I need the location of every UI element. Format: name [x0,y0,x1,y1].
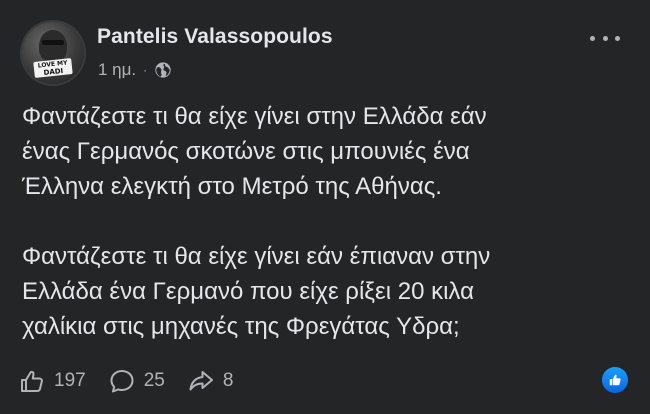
comment-icon [110,370,134,393]
share-button[interactable]: 8 [187,367,234,395]
post-card: LOVE MY DADI Pantelis Valassopoulos 1 ημ… [0,0,650,414]
post-line: ένας Γερμανός σκοτώνε στις μπουνιές ένα [22,138,470,165]
more-dot [615,35,620,41]
avatar-badge: LOVE MY DADI [33,58,73,78]
more-dots-icon[interactable] [590,32,620,44]
post-paragraph-2: Φαντάζεστε τι θα είχε γίνει εάν έπιαναν … [22,239,637,344]
like-count: 197 [54,370,86,391]
more-dot [590,35,595,41]
more-dot [602,35,608,41]
post-line: χαλίκια στις μηχανές της Φρεγάτας Υδρα; [22,313,460,340]
post-meta: 1 ημ. · [98,60,172,80]
post-line: Φαντάζεστε τι θα είχε γίνει εάν έπιαναν … [22,243,491,270]
meta-separator: · [143,63,148,77]
post-time[interactable]: 1 ημ. [98,60,136,80]
author-name[interactable]: Pantelis Valassopoulos [97,25,333,49]
post-header: LOVE MY DADI Pantelis Valassopoulos 1 ημ… [22,22,634,84]
thumbs-up-icon [609,374,621,386]
avatar-glasses [42,40,64,45]
post-line: Ελλάδα ένα Γερμανό που είχε ρίξει 20 κιλ… [22,278,474,305]
like-button[interactable]: 197 [18,367,86,395]
post-line: Έλληνα ελεγκτή στο Μετρό της Αθήνας. [22,173,442,200]
post-actions: 197 25 8 [18,364,634,398]
like-icon [21,370,43,392]
avatar-figure [39,30,67,62]
avatar[interactable]: LOVE MY DADI [22,22,84,84]
share-count: 8 [222,370,234,391]
post-line: Φαντάζεστε τι θα είχε γίνει στην Ελλάδα … [22,103,487,130]
like-reaction-icon[interactable] [602,367,628,393]
comment-button[interactable]: 25 [108,367,165,395]
globe-icon[interactable] [154,61,172,79]
share-icon [189,371,213,391]
post-paragraph-1: Φαντάζεστε τι θα είχε γίνει στην Ελλάδα … [22,99,637,204]
post-body: Φαντάζεστε τι θα είχε γίνει στην Ελλάδα … [22,99,637,344]
comment-count: 25 [143,370,165,391]
